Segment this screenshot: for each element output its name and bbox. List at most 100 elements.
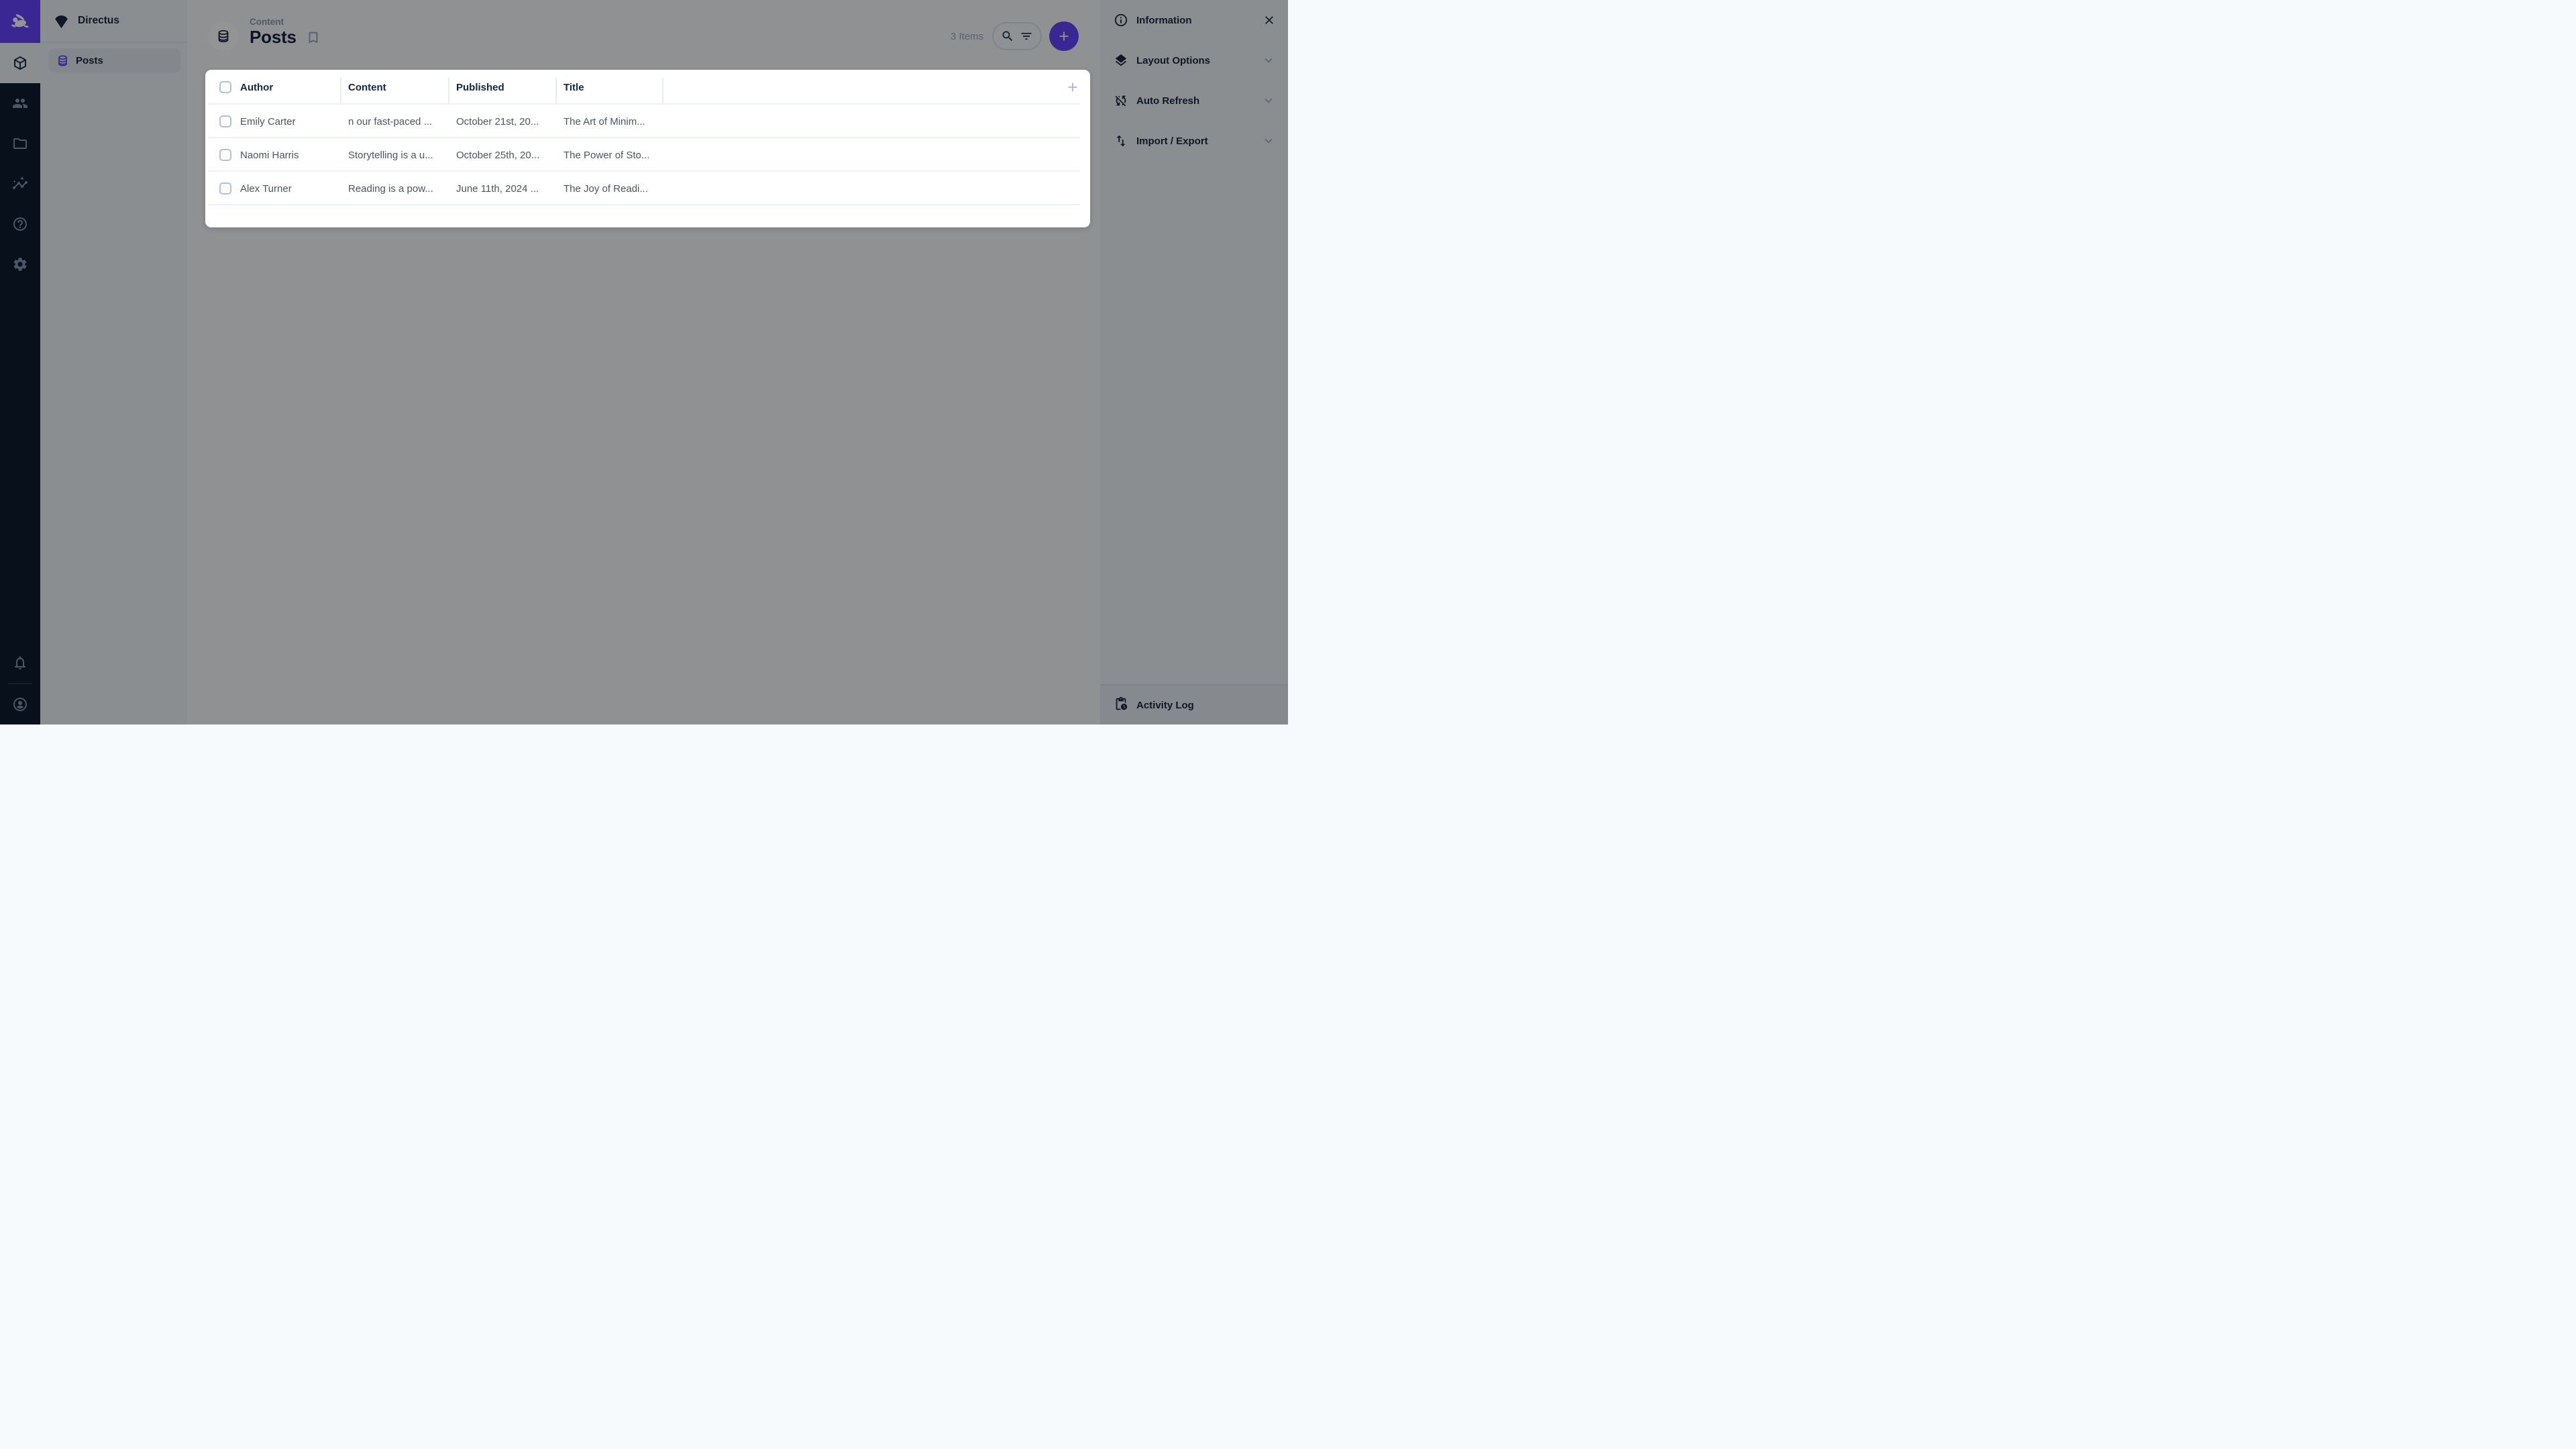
row-checkbox[interactable] [219, 115, 231, 127]
layers-icon [1114, 53, 1128, 68]
column-header-author[interactable]: Author [232, 82, 340, 93]
activity-log-button[interactable]: Activity Log [1100, 684, 1288, 724]
cell-content: Storytelling is a u... [340, 150, 448, 161]
close-sidebar-button[interactable] [1263, 13, 1276, 27]
insights-icon [12, 176, 28, 192]
search-filter-pill [992, 22, 1042, 50]
column-divider[interactable] [340, 78, 341, 103]
nav-sidebar: Directus Posts [40, 0, 187, 724]
collection-icon-button[interactable] [209, 21, 238, 51]
table-row[interactable]: Emily Carter n our fast-paced ... Octobe… [205, 105, 1090, 138]
search-button[interactable] [1001, 30, 1014, 43]
notifications-button[interactable] [0, 643, 40, 683]
project-logo-icon [53, 13, 70, 30]
cell-title: The Power of Sto... [555, 150, 662, 161]
header-actions: 3 Items [951, 21, 1079, 51]
title-row: Posts [250, 27, 321, 48]
posts-table-card: Author Content Published Title Emily Car… [205, 70, 1090, 227]
row-checkbox[interactable] [219, 149, 231, 161]
bookmark-button[interactable] [306, 30, 321, 45]
chevron-down-icon [1261, 53, 1276, 68]
settings-gear-icon [12, 256, 28, 272]
project-name: Directus [78, 15, 119, 27]
column-divider[interactable] [448, 78, 449, 103]
directus-app: Directus Posts Content Posts [0, 0, 1288, 724]
table-footer-spacer [205, 205, 1090, 227]
sidebar-section-label: Information [1136, 15, 1254, 26]
users-icon [12, 95, 28, 111]
plus-icon [1057, 29, 1071, 44]
column-header-content[interactable]: Content [340, 82, 448, 93]
module-bar [0, 0, 40, 724]
table-header-row: Author Content Published Title [205, 70, 1090, 105]
database-icon [216, 29, 231, 44]
bell-icon [12, 655, 28, 671]
module-settings[interactable] [0, 244, 40, 284]
expand-import-export-button[interactable] [1261, 133, 1276, 148]
module-files[interactable] [0, 123, 40, 164]
nav-item-posts[interactable]: Posts [48, 48, 180, 72]
folder-icon [12, 136, 28, 152]
activity-log-label: Activity Log [1136, 700, 1194, 711]
column-header-title[interactable]: Title [555, 82, 662, 93]
cell-published: October 25th, 20... [448, 150, 555, 161]
account-button[interactable] [0, 684, 40, 724]
cell-author: Naomi Harris [232, 150, 340, 161]
filter-button[interactable] [1020, 30, 1033, 43]
help-icon [12, 216, 28, 232]
sidebar-section-label: Auto Refresh [1136, 95, 1253, 107]
sidebar-section-auto-refresh[interactable]: Auto Refresh [1100, 80, 1288, 121]
module-nav [0, 43, 40, 284]
expand-layout-options-button[interactable] [1261, 53, 1276, 68]
cell-content: n our fast-paced ... [340, 116, 448, 127]
plus-icon [1065, 80, 1080, 95]
column-divider[interactable] [662, 78, 663, 103]
table-row[interactable]: Alex Turner Reading is a pow... June 11t… [205, 172, 1090, 205]
chevron-down-icon [1261, 133, 1276, 148]
table-row[interactable]: Naomi Harris Storytelling is a u... Octo… [205, 138, 1090, 172]
expand-auto-refresh-button[interactable] [1261, 93, 1276, 108]
cell-title: The Joy of Readi... [555, 183, 662, 195]
clipboard-clock-icon [1114, 696, 1128, 714]
close-icon [1263, 13, 1276, 27]
sidebar-section-label: Import / Export [1136, 136, 1253, 147]
search-icon [1001, 30, 1014, 43]
nav-item-label: Posts [76, 55, 103, 66]
breadcrumb[interactable]: Content [250, 17, 284, 27]
column-divider[interactable] [555, 78, 557, 103]
cell-published: October 21st, 20... [448, 116, 555, 127]
module-docs[interactable] [0, 204, 40, 244]
sidebar-section-label: Layout Options [1136, 55, 1253, 66]
cell-title: The Art of Minim... [555, 116, 662, 127]
project-switcher[interactable]: Directus [40, 0, 187, 43]
module-users[interactable] [0, 83, 40, 123]
filter-icon [1020, 30, 1033, 43]
sidebar-section-import-export[interactable]: Import / Export [1100, 121, 1288, 161]
module-insights[interactable] [0, 164, 40, 204]
item-count: 3 Items [951, 31, 983, 42]
right-sidebar: Information Layout Options Auto Refr [1100, 0, 1288, 724]
cell-published: June 11th, 2024 ... [448, 183, 555, 195]
module-bar-bottom [0, 643, 40, 724]
column-header-published[interactable]: Published [448, 82, 555, 93]
rabbit-icon [9, 11, 31, 32]
cell-author: Emily Carter [232, 116, 340, 127]
page-title: Posts [250, 27, 297, 48]
row-checkbox[interactable] [219, 182, 231, 195]
select-all-checkbox[interactable] [219, 81, 231, 93]
create-item-button[interactable] [1049, 21, 1079, 51]
add-field-button[interactable] [1065, 80, 1080, 95]
sync-disabled-icon [1114, 93, 1128, 108]
account-circle-icon [12, 696, 28, 712]
bookmark-icon [306, 30, 321, 45]
box-icon [12, 55, 28, 71]
cell-content: Reading is a pow... [340, 183, 448, 195]
sidebar-section-layout-options[interactable]: Layout Options [1100, 40, 1288, 80]
module-content[interactable] [0, 43, 40, 83]
swap-vert-icon [1114, 133, 1128, 148]
chevron-down-icon [1261, 93, 1276, 108]
database-icon [56, 54, 69, 67]
sidebar-section-information[interactable]: Information [1100, 0, 1288, 40]
directus-logo[interactable] [0, 0, 40, 43]
info-icon [1114, 13, 1128, 28]
